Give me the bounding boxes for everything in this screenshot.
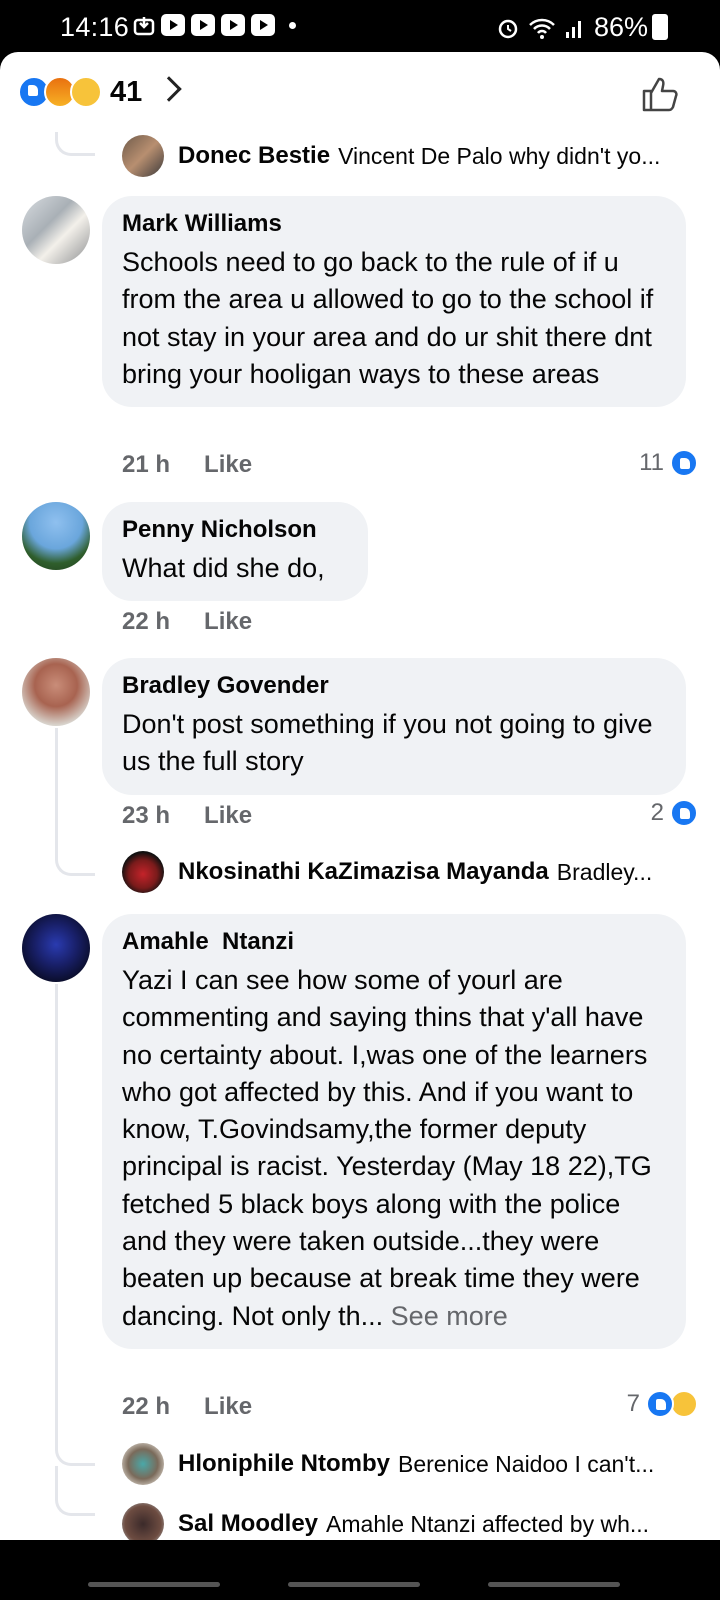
comment-reaction-count[interactable]: 7 — [627, 1387, 698, 1421]
like-reaction-icon — [646, 1390, 674, 1418]
comment-time[interactable]: 22 h — [122, 608, 170, 636]
comment-time[interactable]: 23 h — [122, 802, 170, 830]
reaction-count-number: 2 — [650, 799, 664, 826]
comment-author[interactable]: Amahle Ntanzi — [122, 928, 666, 956]
like-button[interactable]: Like — [204, 1393, 252, 1421]
thread-connector — [55, 984, 95, 1466]
reply-author[interactable]: Sal Moodley — [178, 1510, 318, 1538]
status-bar: 14:16 86% — [0, 0, 720, 52]
avatar[interactable] — [122, 1503, 164, 1540]
reaction-count: 41 — [110, 76, 143, 108]
reply-author[interactable]: Nkosinathi KaZimazisa Mayanda — [178, 858, 549, 886]
like-button[interactable]: Like — [204, 451, 252, 479]
system-icons: 86% — [496, 12, 648, 43]
comment-text: Don't post something if you not going to… — [122, 709, 653, 777]
reply-preview[interactable]: Donec Bestie Vincent De Palo why didn't … — [122, 134, 660, 178]
more-notifications-dot-icon — [289, 21, 296, 29]
comment-actions: 22 h Like — [122, 1390, 252, 1424]
like-outline-icon[interactable] — [640, 74, 680, 114]
system-navigation-bar — [0, 1540, 720, 1600]
reply-author[interactable]: Donec Bestie — [178, 142, 330, 170]
reaction-icons — [18, 76, 102, 108]
like-reaction-icon — [670, 799, 698, 827]
thread-connector — [55, 132, 95, 156]
avatar[interactable] — [22, 914, 90, 982]
reply-preview[interactable]: Hloniphile Ntomby Berenice Naidoo I can'… — [122, 1442, 654, 1486]
reply-preview[interactable]: Sal Moodley Amahle Ntanzi affected by wh… — [122, 1502, 649, 1540]
reaction-count-number: 11 — [639, 449, 664, 476]
comment-author[interactable]: Bradley Govender — [122, 672, 666, 700]
avatar[interactable] — [22, 502, 90, 570]
wifi-icon — [529, 18, 555, 39]
status-time: 14:16 — [60, 12, 130, 42]
avatar[interactable] — [122, 135, 164, 177]
avatar[interactable] — [122, 1443, 164, 1485]
comment-bubble[interactable]: Mark Williams Schools need to go back to… — [102, 196, 686, 408]
reply-text: Amahle Ntanzi affected by wh... — [326, 1510, 650, 1537]
reply-text: Vincent De Palo why didn't yo... — [338, 142, 661, 169]
reaction-count-number: 7 — [626, 1390, 640, 1417]
reply-author[interactable]: Hloniphile Ntomby — [178, 1450, 390, 1478]
nav-back-handle[interactable] — [88, 1582, 220, 1587]
comments-sheet: 41 Donec Bestie Vincent De Palo why didn… — [0, 52, 720, 1540]
comment-time[interactable]: 22 h — [122, 1393, 170, 1421]
notification-icons — [133, 14, 296, 36]
youtube-icon — [161, 14, 185, 36]
comment-author[interactable]: Penny Nicholson — [122, 516, 348, 544]
like-button[interactable]: Like — [204, 802, 252, 830]
thread-connector — [55, 1466, 95, 1516]
comment-text: Yazi I can see how some of yourl are com… — [122, 962, 666, 1335]
battery-percent: 86% — [593, 12, 648, 42]
see-more-link[interactable]: See more — [391, 1301, 508, 1331]
wow-reaction-icon — [70, 76, 102, 108]
comment-text: Schools need to go back to the rule of i… — [122, 247, 654, 389]
comment-reaction-count[interactable]: 2 — [651, 796, 698, 830]
youtube-icon — [191, 14, 215, 36]
avatar[interactable] — [22, 196, 90, 264]
comment-bubble[interactable]: Bradley Govender Don't post something if… — [102, 658, 686, 795]
comment-text: What did she do, — [122, 553, 325, 583]
nav-recents-handle[interactable] — [488, 1582, 620, 1587]
comment-bubble[interactable]: Penny Nicholson What did she do, — [102, 502, 368, 602]
thread-connector — [55, 728, 95, 876]
chevron-right-icon[interactable] — [156, 76, 182, 102]
signal-icon — [565, 20, 581, 38]
wow-reaction-icon — [670, 1390, 698, 1418]
comment-actions: 21 h Like — [122, 448, 252, 482]
alarm-icon — [498, 19, 518, 38]
comment-time[interactable]: 21 h — [122, 451, 170, 479]
comment-list[interactable]: Donec Bestie Vincent De Palo why didn't … — [0, 132, 720, 1540]
avatar[interactable] — [122, 851, 164, 893]
youtube-icon — [221, 14, 245, 36]
avatar[interactable] — [22, 658, 90, 726]
battery-icon — [652, 14, 668, 40]
reply-preview[interactable]: Nkosinathi KaZimazisa Mayanda Bradley... — [122, 850, 652, 894]
nav-home-handle[interactable] — [288, 1582, 420, 1587]
download-icon — [133, 17, 155, 36]
like-button[interactable]: Like — [204, 608, 252, 636]
reply-text: Berenice Naidoo I can't... — [398, 1450, 655, 1477]
youtube-icon — [251, 14, 275, 36]
comment-text-content: Yazi I can see how some of yourl are com… — [122, 965, 652, 1331]
comment-actions: 23 h Like — [122, 799, 252, 833]
comment-reaction-count[interactable]: 11 — [639, 446, 698, 480]
reply-text: Bradley... — [556, 858, 653, 885]
comment-author[interactable]: Mark Williams — [122, 210, 666, 238]
comment-actions: 22 h Like — [122, 605, 252, 639]
reactions-header[interactable]: 41 — [0, 52, 720, 132]
like-reaction-icon — [670, 449, 698, 477]
comment-bubble[interactable]: Amahle Ntanzi Yazi I can see how some of… — [102, 914, 686, 1349]
